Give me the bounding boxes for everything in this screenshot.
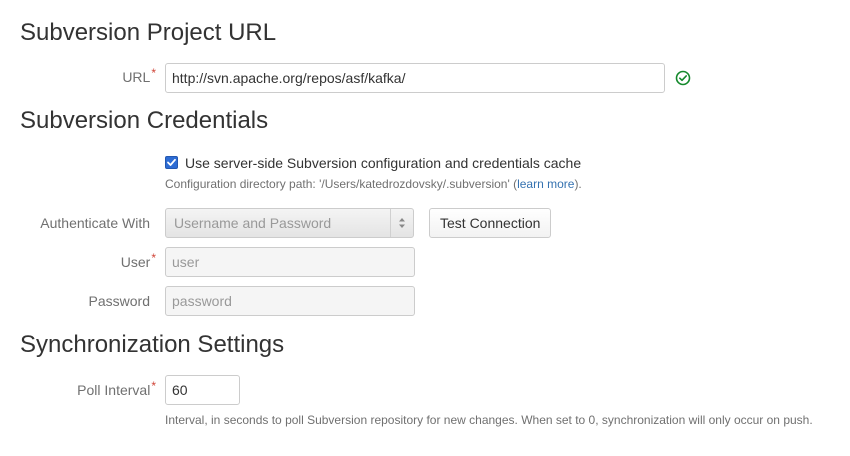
authenticate-with-label: Authenticate With xyxy=(40,215,150,231)
select-arrows-icon xyxy=(390,209,413,237)
authenticate-with-value: Username and Password xyxy=(174,215,332,231)
poll-interval-label: Poll Interval* xyxy=(77,379,156,398)
server-side-config-label: Use server-side Subversion configuration… xyxy=(185,155,582,171)
user-label: User* xyxy=(120,251,156,270)
password-label: Password xyxy=(88,293,150,309)
url-input[interactable] xyxy=(165,63,665,93)
server-side-config-checkbox[interactable] xyxy=(165,156,178,169)
section-title-credentials: Subversion Credentials xyxy=(20,107,269,134)
poll-interval-input[interactable] xyxy=(165,375,240,405)
user-input[interactable] xyxy=(165,247,415,277)
poll-interval-help: Interval, in seconds to poll Subversion … xyxy=(165,413,813,427)
learn-more-link[interactable]: learn more xyxy=(517,177,574,191)
svn-settings-form: Subversion Project URL URL* Subversion C… xyxy=(0,0,850,456)
check-circle-icon xyxy=(675,70,691,86)
authenticate-with-select[interactable]: Username and Password xyxy=(165,208,414,238)
required-marker: * xyxy=(151,251,156,265)
url-label: URL* xyxy=(122,66,156,85)
section-title-sync: Synchronization Settings xyxy=(20,331,285,358)
required-marker: * xyxy=(151,379,156,393)
test-connection-button[interactable]: Test Connection xyxy=(429,208,551,238)
config-path-help: Configuration directory path: '/Users/ka… xyxy=(165,177,582,191)
password-input[interactable] xyxy=(165,286,415,316)
checkmark-icon xyxy=(167,158,176,166)
required-marker: * xyxy=(151,66,156,80)
section-title-project-url: Subversion Project URL xyxy=(20,19,277,46)
